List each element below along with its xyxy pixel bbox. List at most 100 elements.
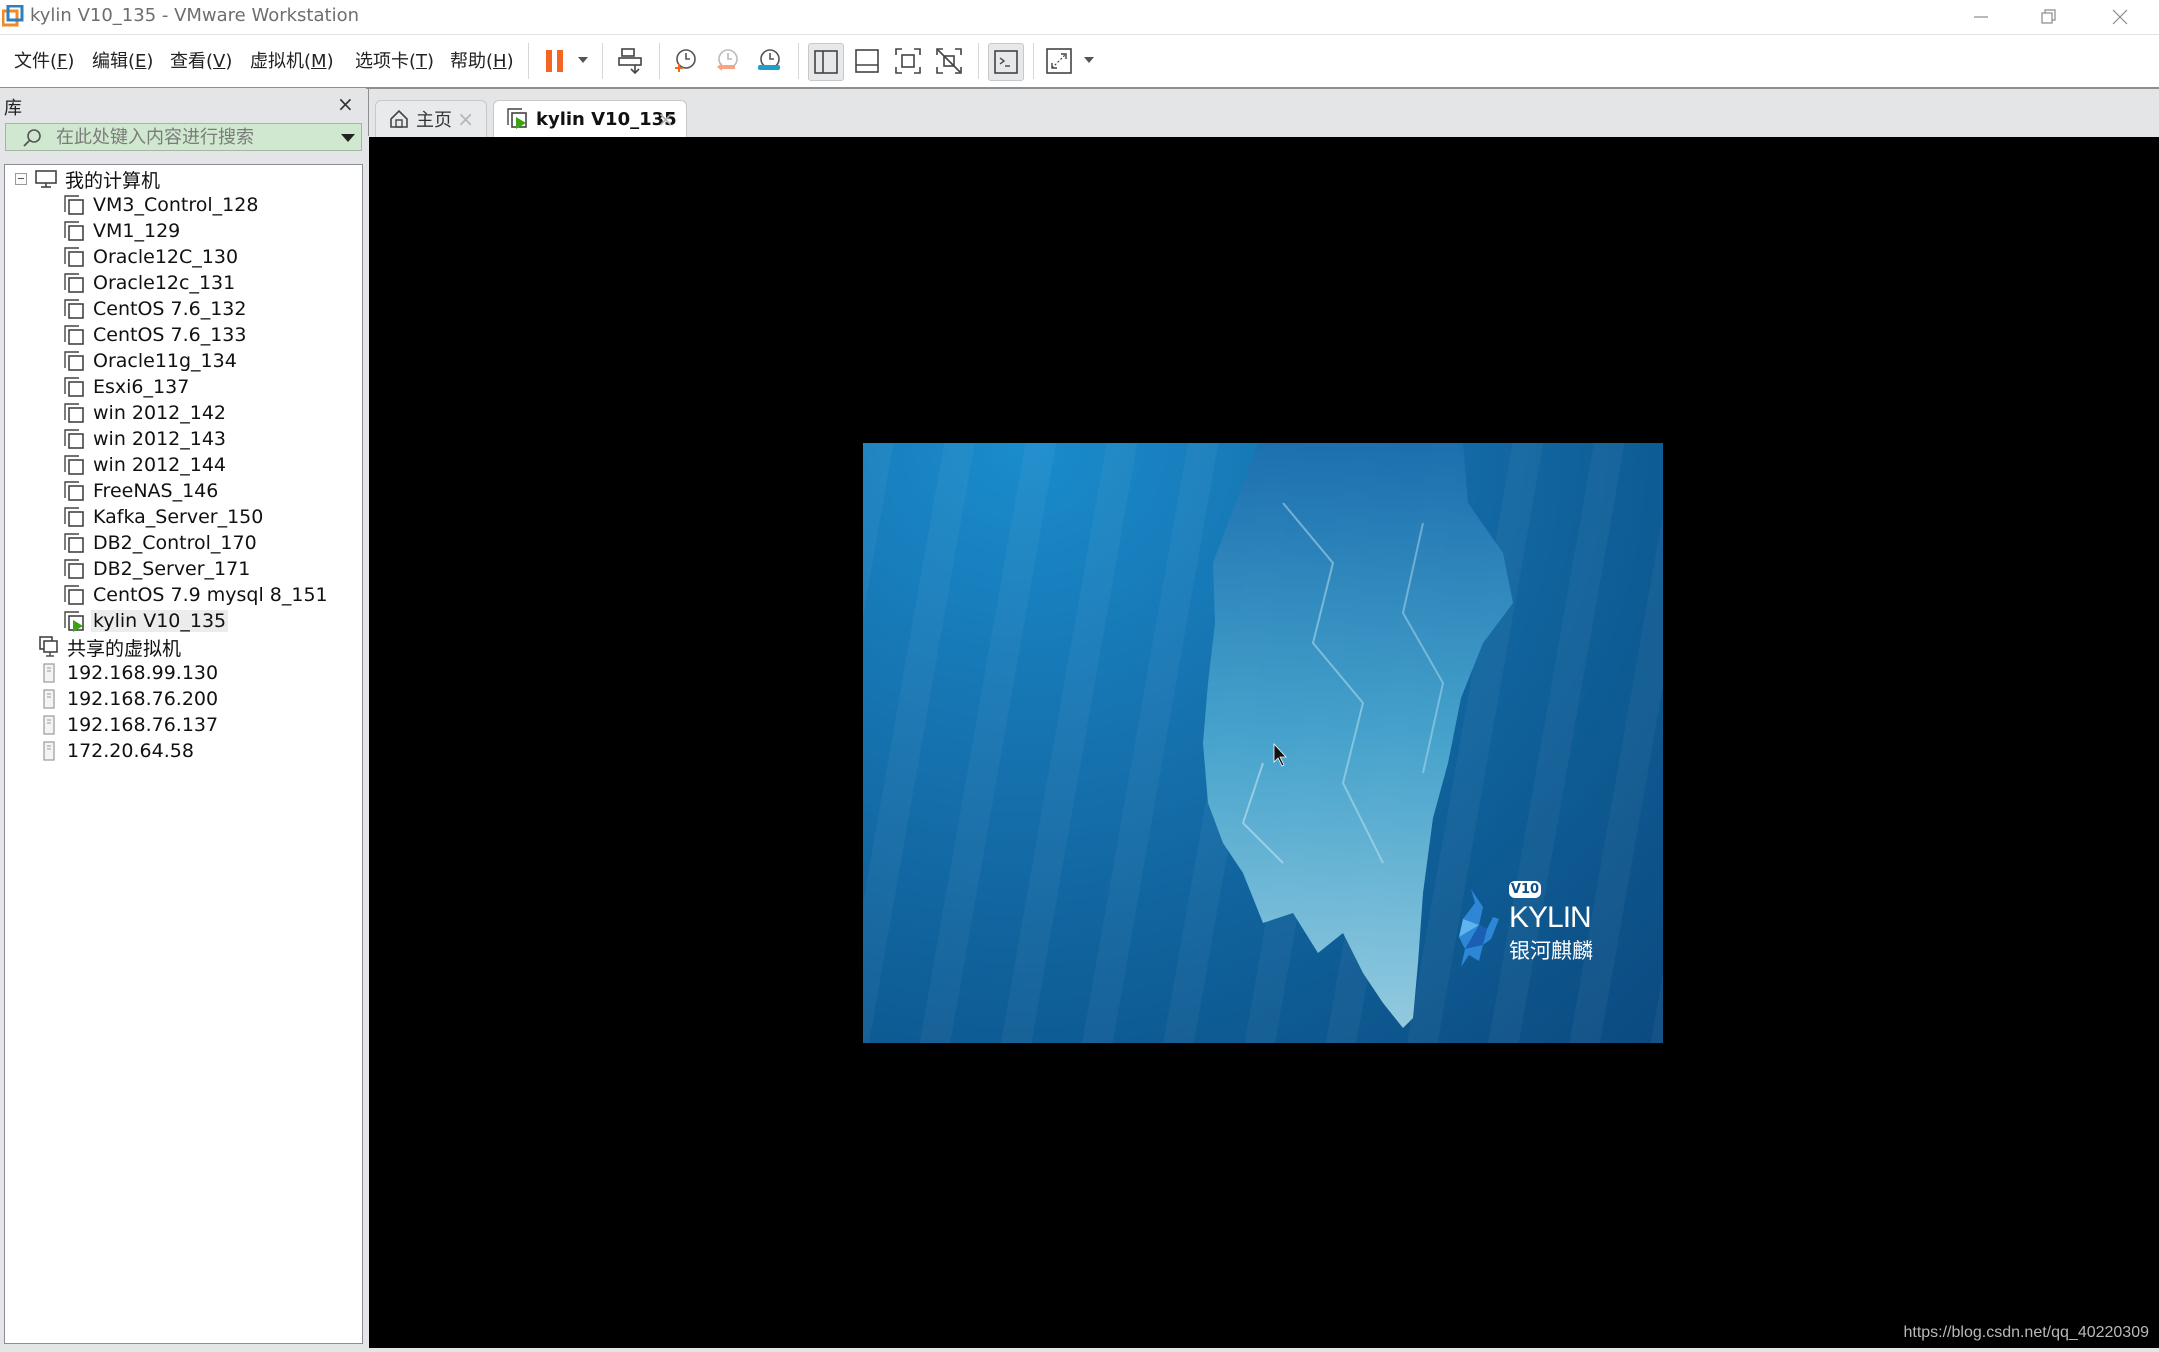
vm-icon xyxy=(64,533,84,553)
tree-node-label: kylin V10_135 xyxy=(91,610,229,632)
unity-button[interactable] xyxy=(932,43,966,79)
tree-node-remote-host[interactable]: 192.168.76.137 xyxy=(39,713,220,737)
restore-icon xyxy=(2041,9,2056,24)
tree-node-label: Esxi6_137 xyxy=(93,376,190,398)
vm-icon xyxy=(64,351,84,371)
revert-snapshot-button[interactable] xyxy=(710,43,744,79)
tree-node-vm[interactable]: DB2_Control_170 xyxy=(63,531,259,555)
tree-node-vm[interactable]: win 2012_143 xyxy=(63,427,228,451)
fullscreen-icon xyxy=(895,48,921,74)
toolbar-separator xyxy=(602,43,603,79)
menu-vm[interactable]: 虚拟机(M) xyxy=(250,47,334,73)
tree-node-label: 192.168.99.130 xyxy=(67,662,219,684)
tree-node-vm[interactable]: Oracle12C_130 xyxy=(63,245,240,269)
menu-file[interactable]: 文件(F) xyxy=(14,47,74,73)
menu-help[interactable]: 帮助(H) xyxy=(450,47,514,73)
tree-node-vm[interactable]: Esxi6_137 xyxy=(63,375,191,399)
stretch-dropdown-arrow[interactable] xyxy=(1084,57,1094,63)
tree-node-vm[interactable]: CentOS 7.6_132 xyxy=(63,297,248,321)
tree-node-label: 192.168.76.200 xyxy=(67,688,219,710)
show-thumbnail-bar-button[interactable] xyxy=(850,43,884,79)
minimize-button[interactable] xyxy=(1947,0,2015,34)
tree-node-vm[interactable]: win 2012_142 xyxy=(63,401,228,425)
send-ctrl-alt-del-button[interactable] xyxy=(614,43,648,79)
tree-node-remote-host[interactable]: 192.168.99.130 xyxy=(39,661,220,685)
tab-close-button[interactable]: × xyxy=(457,107,474,131)
vm-icon xyxy=(64,403,84,423)
search-input[interactable] xyxy=(56,126,336,148)
version-badge: V10 xyxy=(1509,881,1541,898)
tree-node-vm[interactable]: Oracle11g_134 xyxy=(63,349,239,373)
tab-label: kylin V10_135 xyxy=(536,108,677,130)
guest-desktop[interactable]: V10 KYLIN 银河麒麟 xyxy=(863,443,1663,1043)
vm-icon xyxy=(64,299,84,319)
tree-node-label: win 2012_144 xyxy=(93,454,227,476)
tab-home[interactable]: 主页 × xyxy=(375,100,487,137)
restore-button[interactable] xyxy=(2015,0,2083,34)
tree-node-my-computer[interactable]: 我的计算机 xyxy=(15,167,162,192)
tree-node-vm[interactable]: VM1_129 xyxy=(63,219,182,243)
take-snapshot-button[interactable] xyxy=(668,43,702,79)
tree-node-vm[interactable]: kylin V10_135 xyxy=(63,609,229,633)
tree-node-vm[interactable]: FreeNAS_146 xyxy=(63,479,220,503)
tree-node-vm[interactable]: win 2012_144 xyxy=(63,453,228,477)
tree-node-vm[interactable]: CentOS 7.9 mysql 8_151 xyxy=(63,583,330,607)
kylin-chinese-wordmark: 银河麒麟 xyxy=(1509,939,1593,963)
vm-icon xyxy=(64,559,84,579)
tree-node-label: CentOS 7.6_132 xyxy=(93,298,247,320)
kylin-logo: V10 KYLIN 银河麒麟 xyxy=(1453,881,1613,971)
full-screen-button[interactable] xyxy=(891,43,925,79)
console-icon xyxy=(994,50,1018,74)
kylin-wordmark: KYLIN xyxy=(1509,901,1592,934)
computer-icon xyxy=(35,170,57,188)
tree-node-vm[interactable]: CentOS 7.6_133 xyxy=(63,323,248,347)
vm-icon xyxy=(64,429,84,449)
snapshot-take-icon xyxy=(675,49,696,72)
tree-node-label: 172.20.64.58 xyxy=(67,740,194,762)
tree-node-vm[interactable]: Kafka_Server_150 xyxy=(63,505,265,529)
tab-close-button[interactable]: × xyxy=(657,107,674,131)
close-window-button[interactable] xyxy=(2086,0,2154,34)
stretch-icon xyxy=(1046,48,1072,74)
tree-node-label: win 2012_143 xyxy=(93,428,227,450)
vm-icon xyxy=(64,377,84,397)
vm-icon xyxy=(64,585,84,605)
search-dropdown-arrow[interactable] xyxy=(341,134,355,142)
tree-node-label: Oracle12C_130 xyxy=(93,246,239,268)
vm-icon xyxy=(64,507,84,527)
tree-node-shared-vms[interactable]: 共享的虚拟机 xyxy=(39,635,183,660)
tree-node-remote-host[interactable]: 192.168.76.200 xyxy=(39,687,220,711)
tree-node-vm[interactable]: VM3_Control_128 xyxy=(63,193,260,217)
library-search-box[interactable] xyxy=(5,123,362,151)
vm-console[interactable]: V10 KYLIN 银河麒麟 https://blog.csdn.net/qq_… xyxy=(369,137,2159,1350)
collapse-toggle[interactable] xyxy=(15,173,27,185)
library-panel: 库 × 我的计算机 VM3_Control_128 VM1_129 Oracle12… xyxy=(0,88,366,1352)
pause-dropdown-arrow[interactable] xyxy=(578,57,588,63)
stretch-guest-button[interactable] xyxy=(1042,43,1076,79)
tree-node-label: VM1_129 xyxy=(93,220,181,242)
menu-edit[interactable]: 编辑(E) xyxy=(92,47,153,73)
tree-node-remote-host[interactable]: 172.20.64.58 xyxy=(39,739,196,763)
vm-icon xyxy=(64,195,84,215)
vm-icon xyxy=(64,455,84,475)
tree-node-label: DB2_Control_170 xyxy=(93,532,257,554)
window-title: kylin V10_135 - VMware Workstation xyxy=(30,5,360,26)
menu-tabs[interactable]: 选项卡(T) xyxy=(355,47,434,73)
toolbar-separator xyxy=(798,43,799,79)
tab-kylin-v10-135[interactable]: kylin V10_135 × xyxy=(493,100,687,137)
tree-node-vm[interactable]: Oracle12c_131 xyxy=(63,271,237,295)
menu-view[interactable]: 查看(V) xyxy=(170,47,232,73)
library-close-button[interactable]: × xyxy=(337,92,354,116)
tree-node-label: 共享的虚拟机 xyxy=(67,637,182,660)
pause-vm-button[interactable] xyxy=(538,43,572,79)
show-library-button[interactable] xyxy=(808,43,844,81)
tree-node-label: CentOS 7.9 mysql 8_151 xyxy=(93,584,328,606)
status-bar xyxy=(0,1348,2159,1352)
library-tree: 我的计算机 VM3_Control_128 VM1_129 Oracle12C_13… xyxy=(4,164,363,1344)
tree-node-label: Kafka_Server_150 xyxy=(93,506,264,528)
console-view-button[interactable] xyxy=(988,43,1024,81)
watermark-text: https://blog.csdn.net/qq_40220309 xyxy=(1903,1324,2149,1341)
tree-node-vm[interactable]: DB2_Server_171 xyxy=(63,557,252,581)
snapshot-manager-button[interactable] xyxy=(752,43,786,79)
tree-node-label: DB2_Server_171 xyxy=(93,558,251,580)
